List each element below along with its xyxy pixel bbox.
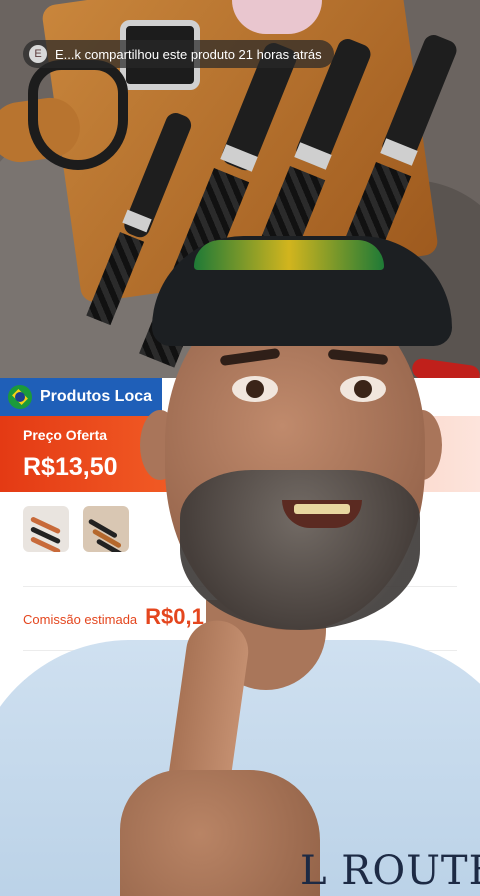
local-products-label: Produtos Loca (40, 388, 153, 405)
offer-label: Preço Oferta (23, 427, 108, 443)
local-products-banner[interactable]: Produtos Loca (0, 378, 162, 416)
presenter-teeth (294, 504, 350, 514)
presenter-neck (206, 600, 326, 690)
kitchen-scissors (28, 60, 128, 170)
price-offer-banner: Preço Oferta R$13,50 (0, 416, 480, 492)
share-text: E...k compartilhou este produto 21 horas… (55, 46, 322, 62)
presenter-eye (232, 376, 278, 402)
presenter-beard (180, 470, 420, 630)
shirt-print: L ROUTE (300, 848, 480, 894)
presenter-eye (340, 376, 386, 402)
divider (23, 586, 457, 587)
screen: E E...k compartilhou este produto 21 hor… (0, 0, 480, 896)
share-notification[interactable]: E E...k compartilhou este produto 21 hor… (23, 40, 334, 68)
presenter-hand (120, 770, 320, 896)
brazil-flag-icon (8, 385, 32, 409)
image-counter: 1/10 (420, 381, 446, 396)
presenter-mouth (282, 500, 362, 528)
commission-value: R$0,1 (145, 604, 204, 629)
product-thumbnail[interactable] (83, 506, 129, 552)
offer-price: R$13,50 (23, 453, 118, 481)
commission-label: Comissão estimada (23, 612, 138, 627)
divider (23, 650, 457, 651)
product-title[interactable]: Kit de F (23, 677, 75, 694)
product-thumbnail[interactable] (23, 506, 69, 552)
estimated-commission: Comissão estimada R$0,1 (23, 604, 204, 630)
sharer-avatar: E (29, 45, 47, 63)
pointing-finger (165, 616, 253, 804)
